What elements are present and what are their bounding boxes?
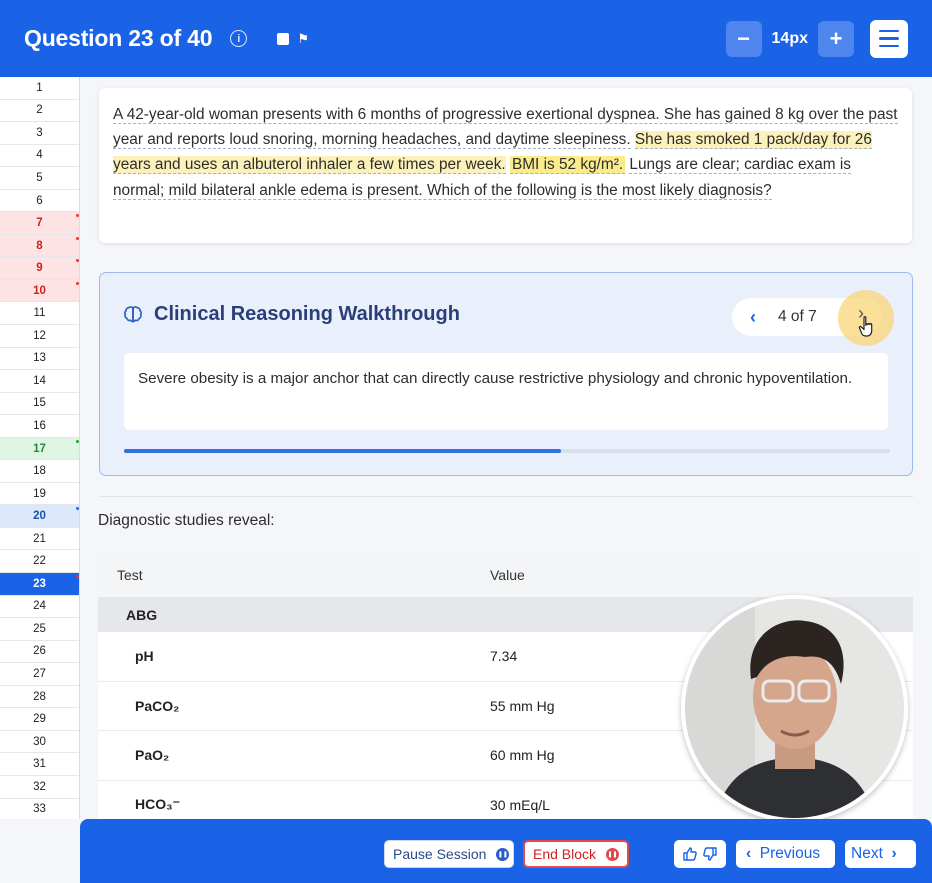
question-number-31[interactable]: 31 <box>0 753 79 776</box>
question-number-23[interactable]: 23 <box>0 573 79 596</box>
question-number-28[interactable]: 28 <box>0 686 79 709</box>
test-name: HCO₃⁻ <box>135 796 180 813</box>
bottom-bar: Pause Session ❚❚ End Block ❚❚ ‹ Previous… <box>80 819 932 883</box>
question-number-18[interactable]: 18 <box>0 460 79 483</box>
feedback-buttons <box>674 840 726 868</box>
status-dot <box>76 439 79 443</box>
zoom-value: 14px <box>771 29 808 47</box>
section-divider <box>99 496 913 497</box>
column-header-test: Test <box>117 566 143 583</box>
walkthrough-body: Severe obesity is a major anchor that ca… <box>124 353 888 430</box>
question-number-15[interactable]: 15 <box>0 393 79 416</box>
pause-session-label: Pause Session <box>393 846 487 862</box>
question-number-24[interactable]: 24 <box>0 596 79 619</box>
end-block-label: End Block <box>533 846 597 862</box>
question-number-26[interactable]: 26 <box>0 641 79 664</box>
question-number-9[interactable]: 9 <box>0 257 79 280</box>
question-number-6[interactable]: 6 <box>0 190 79 213</box>
previous-label: Previous <box>759 845 821 862</box>
walkthrough-title: Clinical Reasoning Walkthrough <box>154 303 460 325</box>
question-title: Question 23 of 40 <box>24 25 213 51</box>
question-number-1[interactable]: 1 <box>0 77 79 100</box>
question-number-11[interactable]: 11 <box>0 302 79 326</box>
question-number-10[interactable]: 10 <box>0 279 79 303</box>
walkthrough-progress <box>124 449 890 453</box>
hand-cursor-icon <box>858 316 873 337</box>
brain-icon <box>123 305 143 323</box>
question-stem-card: A 42-year-old woman presents with 6 mont… <box>99 88 912 243</box>
walkthrough-card: Clinical Reasoning Walkthrough ‹ 4 of 7 … <box>99 272 913 476</box>
walkthrough-progress-fill <box>124 449 561 453</box>
zoom-out-button[interactable]: − <box>725 20 762 57</box>
status-dot <box>76 575 79 579</box>
test-name: pH <box>135 648 154 665</box>
thumbs-down-icon[interactable] <box>702 846 718 862</box>
status-dot <box>76 259 79 263</box>
top-bar: Question 23 of 40 i ⚑ − 14px + <box>0 0 932 77</box>
question-number-22[interactable]: 22 <box>0 550 79 574</box>
presenter-video-image <box>685 599 904 818</box>
walkthrough-page-label: 4 of 7 <box>778 308 817 325</box>
question-number-7[interactable]: 7 <box>0 212 79 235</box>
flag-icon[interactable]: ⚑ <box>297 31 309 47</box>
question-number-8[interactable]: 8 <box>0 234 79 258</box>
question-number-30[interactable]: 30 <box>0 731 79 754</box>
info-icon[interactable]: i <box>230 30 248 47</box>
question-number-20[interactable]: 20 <box>0 505 79 528</box>
zoom-controls: − 14px + <box>725 19 908 58</box>
walkthrough-header: Clinical Reasoning Walkthrough <box>122 303 460 326</box>
table-header: Test Value <box>98 552 913 597</box>
question-number-25[interactable]: 25 <box>0 618 79 641</box>
question-number-21[interactable]: 21 <box>0 528 79 551</box>
test-name: PaO₂ <box>135 747 170 764</box>
status-dot <box>76 281 79 285</box>
chevron-left-icon[interactable]: ‹ <box>750 307 756 328</box>
question-number-2[interactable]: 2 <box>0 100 79 123</box>
status-dot <box>76 214 79 218</box>
next-button[interactable]: Next › <box>845 840 916 868</box>
question-number-16[interactable]: 16 <box>0 415 79 438</box>
question-number-29[interactable]: 29 <box>0 708 79 731</box>
previous-button[interactable]: ‹ Previous <box>736 840 835 868</box>
next-label: Next <box>851 845 883 862</box>
question-number-19[interactable]: 19 <box>0 483 79 506</box>
zoom-in-button[interactable]: + <box>818 20 854 57</box>
column-header-value: Value <box>490 566 525 583</box>
chevron-left-icon: ‹ <box>746 845 752 862</box>
test-name: PaCO₂ <box>135 697 180 714</box>
question-number-27[interactable]: 27 <box>0 663 79 686</box>
question-number-13[interactable]: 13 <box>0 348 79 371</box>
status-dot <box>76 236 79 240</box>
question-number-3[interactable]: 3 <box>0 122 79 145</box>
status-dot <box>76 507 79 511</box>
stop-icon: ❚❚ <box>606 847 620 861</box>
pause-session-button[interactable]: Pause Session ❚❚ <box>384 840 514 868</box>
pause-icon: ❚❚ <box>496 847 510 861</box>
question-number-4[interactable]: 4 <box>0 145 79 168</box>
thumbs-up-icon[interactable] <box>682 846 698 862</box>
question-number-32[interactable]: 32 <box>0 776 79 799</box>
question-number-12[interactable]: 12 <box>0 325 79 348</box>
question-number-5[interactable]: 5 <box>0 167 79 190</box>
presenter-webcam <box>681 595 908 822</box>
stem-highlight-bmi: BMI is 52 kg/m². <box>509 156 626 175</box>
question-number-17[interactable]: 17 <box>0 437 79 461</box>
end-block-button[interactable]: End Block ❚❚ <box>523 840 629 868</box>
diagnostics-intro: Diagnostic studies reveal: <box>98 512 275 529</box>
mark-checkbox[interactable] <box>277 32 290 45</box>
chevron-right-icon: › <box>891 845 897 862</box>
question-number-33[interactable]: 33 <box>0 799 79 820</box>
hamburger-menu-icon[interactable] <box>870 19 908 58</box>
question-number-14[interactable]: 14 <box>0 370 79 393</box>
question-navigator: 1 2 3 4 5 6 7 8 9 10 11 12 13 14 15 16 17 18 19 20 21 22 23 24 2… <box>0 77 80 819</box>
question-stem: A 42-year-old woman presents with 6 mont… <box>113 102 898 203</box>
